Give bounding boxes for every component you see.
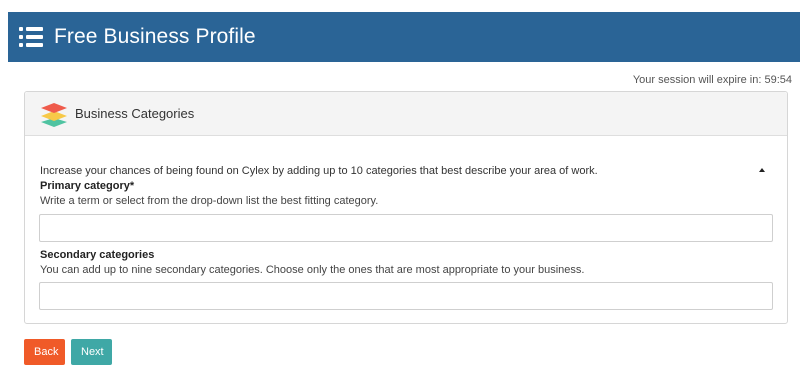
panel-header: Business Categories	[25, 92, 787, 136]
secondary-categories-label: Secondary categories	[40, 249, 155, 261]
primary-category-label: Primary category*	[40, 180, 135, 192]
next-button[interactable]: Next	[71, 339, 112, 365]
panel-title: Business Categories	[75, 106, 195, 121]
secondary-categories-input[interactable]	[39, 282, 773, 310]
primary-category-help: Write a term or select from the drop-dow…	[40, 195, 379, 207]
list-icon	[19, 27, 43, 47]
page-header: Free Business Profile	[8, 12, 800, 62]
page-title: Free Business Profile	[54, 25, 256, 48]
business-categories-panel: Business Categories Increase your chance…	[24, 91, 788, 324]
layers-icon	[41, 102, 67, 127]
left-strip	[0, 12, 8, 377]
session-timer: Your session will expire in: 59:54	[632, 74, 792, 86]
secondary-categories-help: You can add up to nine secondary categor…	[40, 264, 585, 276]
intro-text: Increase your chances of being found on …	[40, 165, 598, 177]
page: Free Business Profile Your session will …	[0, 0, 800, 377]
primary-category-input[interactable]	[39, 214, 773, 242]
collapse-arrow-icon[interactable]	[759, 168, 765, 172]
back-button[interactable]: Back	[24, 339, 65, 365]
